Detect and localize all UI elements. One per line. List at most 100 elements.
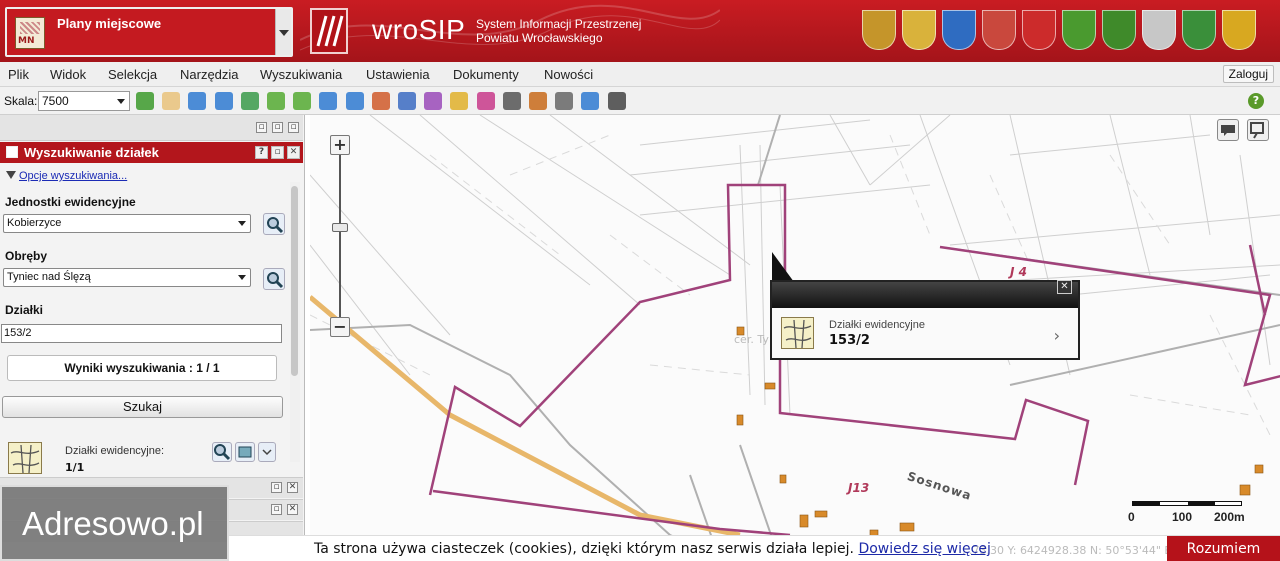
pan-hand-icon[interactable] <box>162 92 181 110</box>
export-result-icon[interactable] <box>235 442 255 462</box>
result-count: 1/1 <box>65 461 85 474</box>
meter-icon[interactable] <box>398 92 416 110</box>
crest-icon <box>1102 10 1136 50</box>
panel-restore-icon[interactable]: ▫ <box>271 146 284 159</box>
cookie-more-link[interactable]: Dowiedz się więcej <box>858 541 990 557</box>
watermark-text: Adresowo.pl <box>22 505 204 542</box>
crest-icon <box>1182 10 1216 50</box>
popup-parcel-number[interactable]: 153/2 <box>829 333 870 348</box>
popup-titlebar: ✕ <box>772 280 1078 308</box>
zoom-out-button[interactable]: − <box>330 317 350 337</box>
zoom-in-button[interactable]: + <box>330 135 350 155</box>
menu-nowosci[interactable]: Nowości <box>544 67 593 82</box>
logo-subtitle: System Informacji Przestrzenej Powiatu W… <box>476 17 641 45</box>
popup-details-chevron-icon[interactable]: › <box>1054 326 1060 345</box>
wms-icon[interactable] <box>502 92 521 110</box>
districts-search-button[interactable] <box>263 268 285 290</box>
menu-wyszukiwania[interactable]: Wyszukiwania <box>260 67 342 82</box>
zoom-slider-rail[interactable] <box>339 155 341 317</box>
wrosip-logo-icon <box>310 8 348 54</box>
layers-icon[interactable] <box>529 92 547 110</box>
units-select[interactable]: Kobierzyce <box>3 214 251 233</box>
subpanel-close-icon[interactable]: ✕ <box>287 504 298 515</box>
crest-icon <box>1022 10 1056 50</box>
result-item[interactable]: Działki ewidencyjne: 1/1 <box>0 435 288 479</box>
login-button[interactable]: Zaloguj <box>1222 65 1274 83</box>
districts-select[interactable]: Tyniec nad Ślęzą <box>3 268 251 287</box>
subpanel-restore-icon[interactable]: ▫ <box>271 482 282 493</box>
plan-label-j13: J13 <box>848 481 870 495</box>
scale-select[interactable]: 7500 <box>38 91 130 111</box>
panel-scrollbar[interactable] <box>289 178 301 470</box>
menu-dokumenty[interactable]: Dokumenty <box>453 67 519 82</box>
popup-pointer <box>772 252 794 282</box>
full-extent-icon[interactable] <box>240 92 259 110</box>
search-options-link[interactable]: Opcje wyszukiwania... <box>19 170 127 182</box>
parcel-layer-icon <box>8 442 42 474</box>
crest-icon <box>1062 10 1096 50</box>
pencil-icon[interactable] <box>450 92 469 110</box>
measure-line-icon[interactable] <box>319 92 338 110</box>
chart-icon[interactable] <box>476 92 495 110</box>
panel-top-bar: ▫ ▫ ▫ <box>0 115 303 141</box>
zoom-in-icon[interactable] <box>188 92 207 110</box>
popup-layer-name: Działki ewidencyjne <box>829 319 925 331</box>
search-panel-header: Wyszukiwanie działek ? ▫ ✕ <box>0 142 303 163</box>
search-button[interactable]: Szukaj <box>2 396 283 418</box>
logo-text: wroSIP <box>372 14 466 45</box>
crest-icon <box>1222 10 1256 50</box>
edit-icon[interactable] <box>371 92 390 110</box>
help-icon[interactable]: ? <box>1248 93 1264 109</box>
link-icon[interactable] <box>607 92 626 110</box>
map-view[interactable]: J 4 J13 Sosnowa cer. Ty + − ✕ Działki ew… <box>310 115 1280 561</box>
units-label: Jednostki ewidencyjne <box>5 195 136 209</box>
subpanel-restore-icon[interactable]: ▫ <box>271 504 282 515</box>
plan-label-j4: J 4 <box>1010 265 1027 279</box>
search-map-icon[interactable] <box>1247 119 1269 141</box>
municipality-crests <box>862 10 1256 52</box>
crest-icon <box>1142 10 1176 50</box>
result-menu-chevron-icon[interactable] <box>258 442 276 462</box>
menu-narzedzia[interactable]: Narzędzia <box>180 67 239 82</box>
print-icon[interactable] <box>555 92 574 110</box>
crest-icon <box>902 10 936 50</box>
units-search-button[interactable] <box>263 213 285 235</box>
toolbar: Skala: 7500 ? <box>0 87 1280 115</box>
rectangle-icon[interactable] <box>345 92 364 110</box>
parcel-input[interactable]: 153/2 <box>1 324 282 343</box>
menu-selekcja[interactable]: Selekcja <box>108 67 157 82</box>
menu-ustawienia[interactable]: Ustawienia <box>366 67 430 82</box>
layer-selector[interactable]: MN Plany miejscowe <box>5 7 293 57</box>
collapse-all-icon[interactable]: ▫ <box>256 122 267 133</box>
info-icon[interactable] <box>136 92 154 110</box>
crest-icon <box>862 10 896 50</box>
menu-plik[interactable]: Plik <box>8 67 29 82</box>
zoom-slider-handle[interactable] <box>332 223 348 232</box>
zoom-to-result-icon[interactable] <box>212 442 232 462</box>
panel-close-icon[interactable]: ✕ <box>287 146 300 159</box>
cookie-accept-button[interactable]: Rozumiem <box>1167 536 1280 561</box>
magnifier-icon <box>267 217 284 234</box>
expand-triangle-icon <box>6 171 16 179</box>
zoom-out-icon[interactable] <box>214 92 233 110</box>
expand-all-icon[interactable]: ▫ <box>272 122 283 133</box>
layer-dropdown-arrow[interactable] <box>275 9 291 55</box>
forward-arrow-icon[interactable] <box>293 92 312 110</box>
export-icon[interactable] <box>581 92 600 110</box>
parcels-label: Działki <box>5 303 44 317</box>
subpanel-close-icon[interactable]: ✕ <box>287 482 298 493</box>
panel-maximize-icon[interactable]: ▫ <box>288 122 299 133</box>
coordinates-readout: ...73.30 Y: 6424928.38 N: 50°53'44" E <box>962 544 1172 557</box>
panel-help-icon[interactable]: ? <box>255 146 268 159</box>
crest-icon <box>982 10 1016 50</box>
search-options[interactable]: Opcje wyszukiwania... <box>6 170 127 182</box>
header: MN Plany miejscowe wroSIP System Informa… <box>0 0 1280 62</box>
comment-icon[interactable] <box>1217 119 1239 141</box>
back-arrow-icon[interactable] <box>267 92 285 110</box>
logo-subtitle-line1: System Informacji Przestrzenej <box>476 17 642 31</box>
area-meter-icon[interactable] <box>424 92 443 110</box>
popup-close-icon[interactable]: ✕ <box>1057 280 1072 294</box>
result-title: Działki ewidencyjne: <box>65 445 165 457</box>
menu-widok[interactable]: Widok <box>50 67 86 82</box>
search-window-icon <box>6 146 18 158</box>
